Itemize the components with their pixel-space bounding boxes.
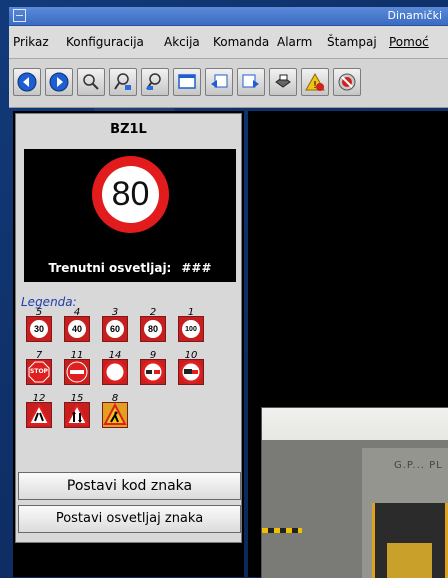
set-sign-illumination-button[interactable]: Postavi osvetljaj znaka <box>18 505 241 533</box>
forward-button[interactable] <box>45 68 73 96</box>
arrow-left-button[interactable] <box>205 68 233 96</box>
speed-limit-value: 80 <box>102 166 159 223</box>
legend-sign-text: 60 <box>104 318 126 340</box>
two-way-traffic-icon <box>64 402 90 428</box>
menu-stampaj[interactable]: Štampaj <box>327 35 377 49</box>
zoom-icon <box>83 74 99 90</box>
road-narrowing-icon <box>26 402 52 428</box>
map-view: G.P... PL <box>248 111 448 578</box>
menu-prikaz[interactable]: Prikaz <box>13 35 49 49</box>
window-icon <box>178 74 196 89</box>
current-sign-display: 80 Trenutni osvetljaj: ### <box>24 149 236 282</box>
legend-sign-text: 40 <box>66 318 88 340</box>
zoom-out-button[interactable] <box>141 68 169 96</box>
speed-80-icon: 80 <box>140 316 166 342</box>
title-bar[interactable]: Dinamički <box>9 7 448 26</box>
set-sign-code-button[interactable]: Postavi kod znaka <box>18 472 241 500</box>
forward-icon <box>49 72 69 92</box>
warning-button[interactable]: ! <box>301 68 329 96</box>
camera-hazard-stripe <box>262 528 302 533</box>
menu-akcija[interactable]: Akcija <box>164 35 200 49</box>
illumination-status: Trenutni osvetljaj: ### <box>24 261 236 275</box>
no-vehicles-icon <box>102 359 128 385</box>
illumination-label: Trenutni osvetljaj: <box>48 261 172 275</box>
speed-limit-sign: 80 <box>92 156 169 233</box>
warning-icon: ! <box>305 72 325 91</box>
printer-icon <box>275 74 291 88</box>
speed-100-icon: 100 <box>178 316 204 342</box>
zoom-button[interactable] <box>77 68 105 96</box>
camera-truck <box>387 543 432 578</box>
window-button[interactable] <box>173 68 201 96</box>
menu-alarm[interactable]: Alarm <box>277 35 312 49</box>
roadworks-icon <box>102 402 128 428</box>
legend-sign-text: 30 <box>28 318 50 340</box>
arrow-left-icon <box>211 74 228 88</box>
no-entry-icon <box>64 359 90 385</box>
toolbar: ! <box>9 59 448 108</box>
back-icon <box>17 72 37 92</box>
legend-sign-text: 80 <box>142 318 164 340</box>
zoom-in-icon <box>114 73 131 90</box>
speed-30-icon: 30 <box>26 316 52 342</box>
zoom-in-button[interactable] <box>109 68 137 96</box>
stop-sign-icon: STOP <box>26 359 52 385</box>
arrow-right-icon <box>242 74 259 88</box>
alarm-off-icon <box>338 73 356 91</box>
zoom-out-icon <box>146 73 161 90</box>
speed-40-icon: 40 <box>64 316 90 342</box>
left-panel: BZ1L 80 Trenutni osvetljaj: ### Legenda: … <box>13 111 244 577</box>
illumination-value: ### <box>181 261 212 275</box>
window-menu-icon[interactable] <box>13 9 26 22</box>
no-overtaking-icon <box>140 359 166 385</box>
camera-image: G.P... PL <box>261 407 448 578</box>
menu-komanda[interactable]: Komanda <box>213 35 269 49</box>
printer-button[interactable] <box>269 68 297 96</box>
back-button[interactable] <box>13 68 41 96</box>
arrow-right-button[interactable] <box>237 68 265 96</box>
legend-sign-text: 100 <box>180 318 202 340</box>
menu-konfiguracija[interactable]: Konfiguracija <box>66 35 144 49</box>
window-title: Dinamički <box>387 9 442 22</box>
sign-control-panel: BZ1L 80 Trenutni osvetljaj: ### Legenda: … <box>15 113 242 543</box>
menu-bar: Prikaz Konfiguracija Akcija Komanda Alar… <box>9 26 448 59</box>
no-overtaking-truck-icon <box>178 359 204 385</box>
camera-sign-text: G.P... PL <box>394 460 443 471</box>
legend-sign-text: STOP <box>30 368 48 375</box>
alarm-off-button[interactable] <box>333 68 361 96</box>
panel-title: BZ1L <box>110 122 147 137</box>
menu-pomoc[interactable]: Pomoć <box>389 35 429 49</box>
speed-60-icon: 60 <box>102 316 128 342</box>
